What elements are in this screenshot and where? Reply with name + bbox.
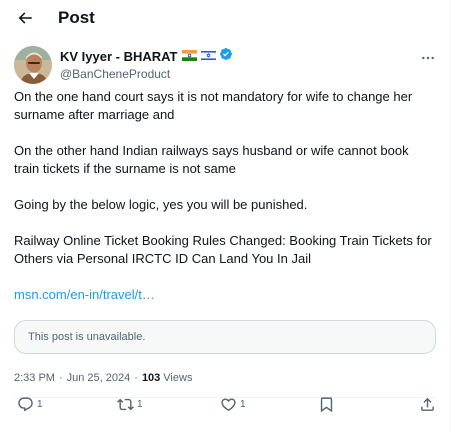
post-date[interactable]: Jun 25, 2024 <box>67 371 131 385</box>
meta-separator: · <box>134 372 138 384</box>
back-button[interactable] <box>14 7 36 29</box>
tweet-link[interactable]: msn.com/en-in/travel/t… <box>14 286 436 304</box>
display-name[interactable]: KV Iyyer - BHARAT <box>60 48 178 65</box>
bookmark-icon <box>320 397 333 413</box>
tweet-paragraph: Railway Online Ticket Booking Rules Chan… <box>14 233 432 266</box>
page-title: Post <box>58 8 95 27</box>
author-meta: KV Iyyer - BHARAT @BanCheneProduct <box>60 48 233 82</box>
author-row: KV Iyyer - BHARAT @BanCheneProduct <box>0 44 450 88</box>
israel-flag-icon <box>200 48 216 66</box>
like-count: 1 <box>240 399 246 410</box>
heart-icon <box>221 398 236 411</box>
reply-icon <box>18 397 33 412</box>
tweet-text: On the one hand court says it is not man… <box>0 88 450 304</box>
views-label: Views <box>163 372 193 384</box>
share-button[interactable] <box>419 396 436 413</box>
post-time[interactable]: 2:33 PM <box>14 371 55 385</box>
more-horizontal-icon <box>422 56 434 60</box>
repost-count: 1 <box>137 399 143 410</box>
verified-badge-icon[interactable] <box>219 47 233 66</box>
meta-separator: · <box>58 372 63 384</box>
repost-icon <box>117 398 134 411</box>
tweet-paragraph: On the other hand Indian railways says h… <box>14 143 409 176</box>
name-line: KV Iyyer - BHARAT <box>60 48 233 65</box>
user-handle[interactable]: @BanCheneProduct <box>60 66 233 82</box>
tweet-paragraph: Going by the below logic, yes you will b… <box>14 197 308 212</box>
views-count: 103 <box>141 372 161 384</box>
action-bar: 1 1 1 <box>0 396 451 414</box>
avatar[interactable] <box>14 46 52 84</box>
like-button[interactable]: 1 <box>220 396 246 413</box>
arrow-left-icon <box>18 12 32 24</box>
tweet-paragraph: On the one hand court says it is not man… <box>14 89 413 122</box>
avatar-image <box>14 46 52 84</box>
bookmark-button[interactable] <box>318 396 335 413</box>
post-meta: 2:33 PM · Jun 25, 2024 · 103 Views <box>14 371 436 385</box>
repost-button[interactable]: 1 <box>117 396 143 413</box>
header: Post <box>0 0 450 36</box>
reply-count: 1 <box>37 399 43 410</box>
reply-button[interactable]: 1 <box>17 396 43 413</box>
india-flag-icon <box>181 48 197 66</box>
quoted-post-unavailable: This post is unavailable. <box>14 320 436 354</box>
more-button[interactable] <box>418 50 438 66</box>
post-page: Post KV Iyyer - BHARAT @BanCheneProduct … <box>0 0 451 430</box>
share-icon <box>421 397 434 411</box>
